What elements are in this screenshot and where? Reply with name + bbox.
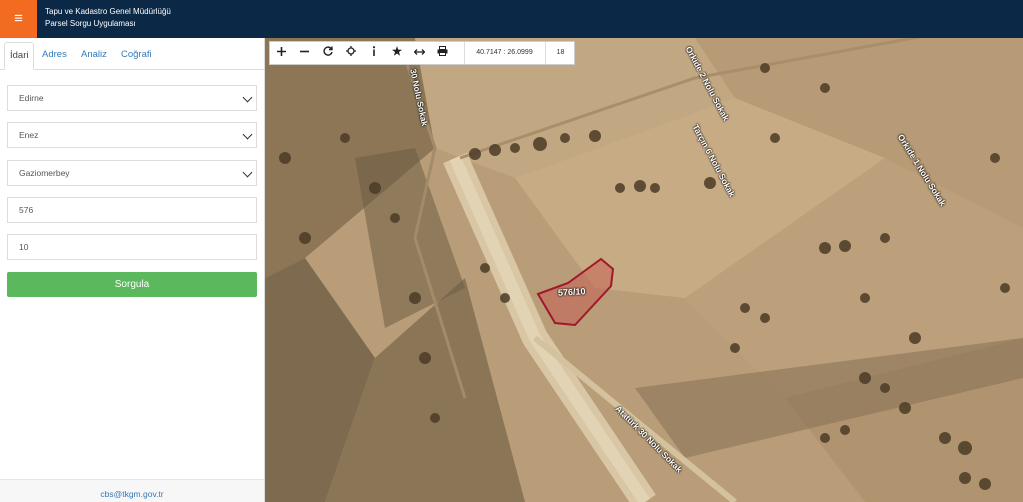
chevron-down-icon [242, 167, 253, 178]
minus-icon[interactable] [293, 42, 316, 64]
tab-adres[interactable]: Adres [37, 42, 72, 70]
footer: cbs@tkgm.gov.tr [0, 479, 264, 502]
parcel-label[interactable]: 576/10 [558, 286, 586, 297]
print-icon[interactable] [431, 42, 454, 64]
query-button[interactable]: Sorgula [7, 272, 257, 297]
app-header: ≡ Tapu ve Kadastro Genel Müdürlüğü Parse… [0, 0, 1023, 38]
block-input[interactable]: 576 [7, 197, 257, 223]
plus-icon[interactable] [270, 42, 293, 64]
district-select[interactable]: Enez [7, 122, 257, 148]
org-name: Tapu ve Kadastro Genel Müdürlüğü [45, 7, 171, 16]
locate-icon[interactable] [339, 42, 362, 64]
neighborhood-select[interactable]: Gaziomerbey [7, 160, 257, 186]
tab-cografi[interactable]: Coğrafi [116, 42, 157, 70]
star-icon[interactable] [385, 42, 408, 64]
map-toolbar: 40.7147 : 26.0999 18 [269, 41, 575, 65]
app-name: Parsel Sorgu Uygulaması [45, 19, 136, 28]
measure-icon[interactable] [408, 42, 431, 64]
province-value: Edirne [19, 93, 44, 103]
tab-analiz[interactable]: Analiz [76, 42, 112, 70]
coordinate-readout: 40.7147 : 26.0999 [464, 42, 544, 64]
contact-email-link[interactable]: cbs@tkgm.gov.tr [100, 489, 163, 499]
app-title: Tapu ve Kadastro Genel Müdürlüğü Parsel … [45, 6, 171, 30]
neighborhood-value: Gaziomerbey [19, 168, 70, 178]
tab-idari[interactable]: İdari [4, 42, 35, 70]
map-view[interactable]: 30 Nolu Sokak Orkide 2 Nolu Sokak Tarçın… [265, 38, 1023, 502]
info-icon[interactable] [362, 42, 385, 64]
province-select[interactable]: Edirne [7, 85, 257, 111]
chevron-down-icon [242, 92, 253, 103]
parcel-input[interactable]: 10 [7, 234, 257, 260]
district-value: Enez [19, 130, 39, 140]
chevron-down-icon [242, 129, 253, 140]
zoom-level: 18 [545, 42, 575, 64]
query-tabs: İdari Adres Analiz Coğrafi [0, 38, 265, 70]
menu-icon[interactable]: ≡ [0, 0, 37, 38]
query-sidebar: İdari Adres Analiz Coğrafi Edirne Enez G… [0, 38, 265, 502]
refresh-icon[interactable] [316, 42, 339, 64]
